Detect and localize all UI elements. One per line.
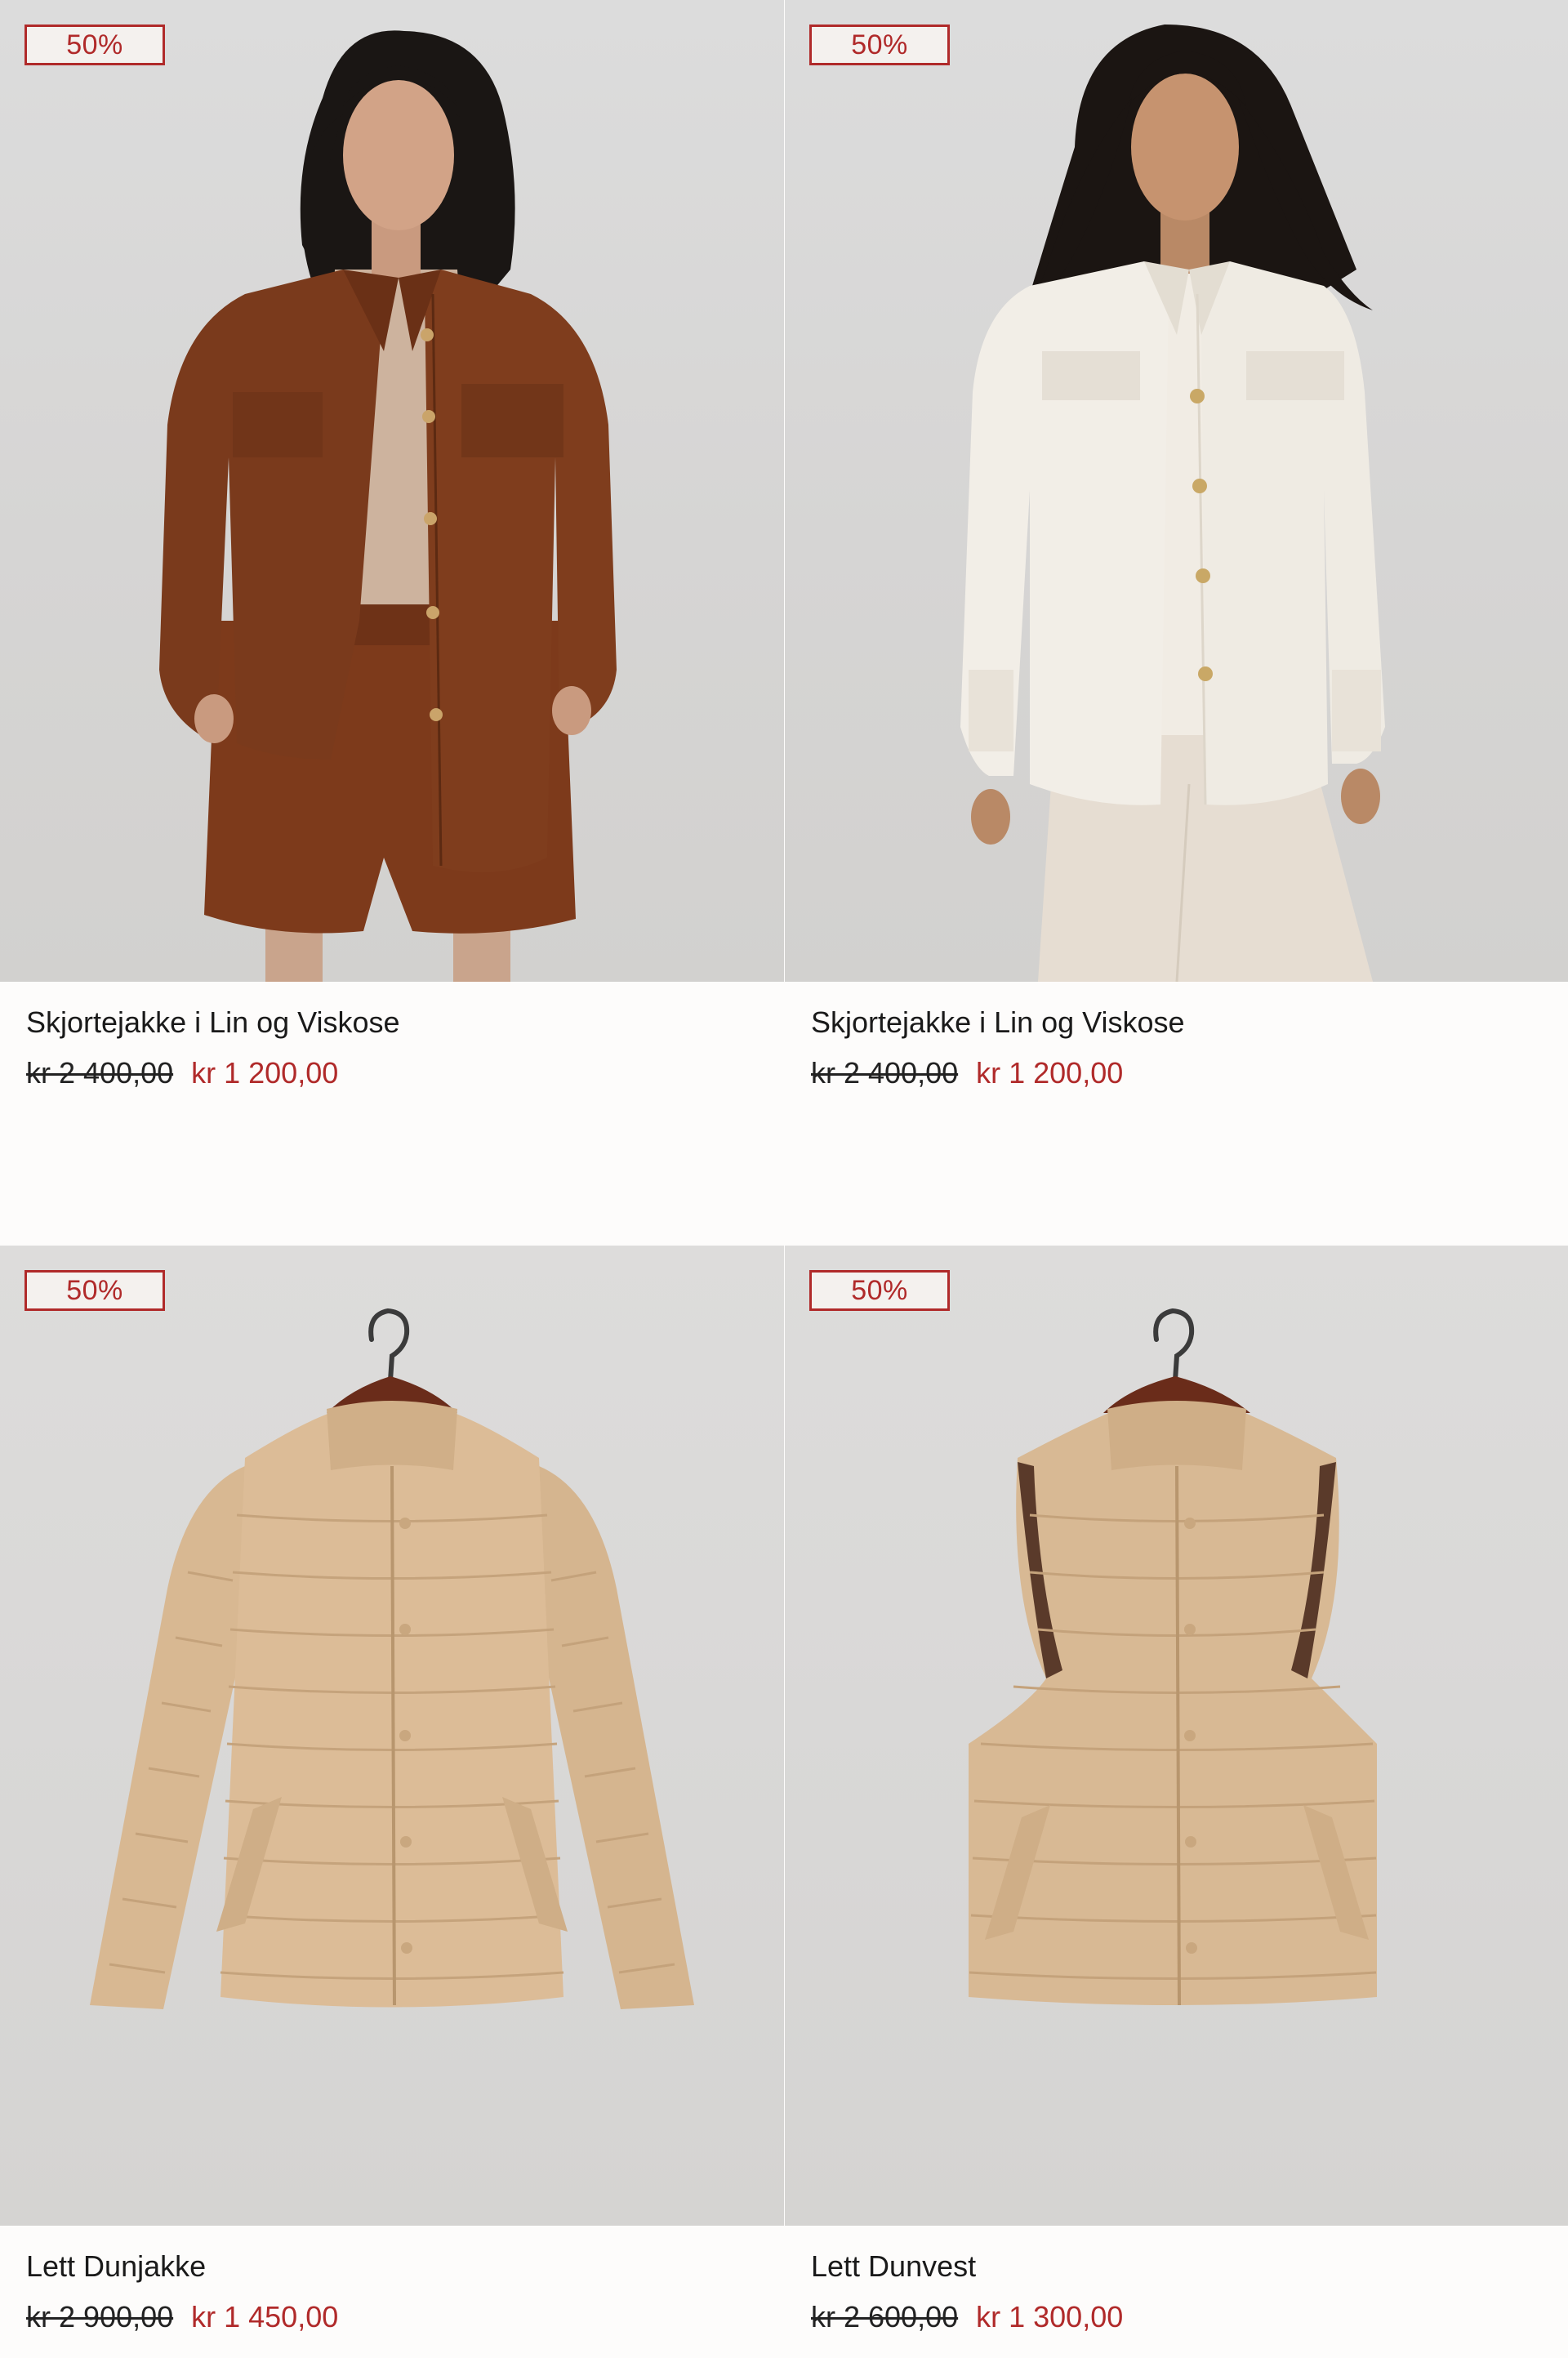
product-info: Lett Dunjakke kr 2 900,00 kr 1 450,00	[0, 2226, 784, 2358]
original-price: kr 2 900,00	[26, 2300, 174, 2333]
sale-price: kr 1 300,00	[976, 2300, 1124, 2333]
price-row: kr 2 900,00 kr 1 450,00	[26, 2298, 784, 2337]
product-card[interactable]: 50%	[785, 0, 1568, 1246]
down-jacket-illustration	[90, 1308, 694, 2009]
sale-price: kr 1 200,00	[191, 1056, 339, 1090]
model-brown-jacket-illustration	[159, 30, 617, 982]
sale-price: kr 1 200,00	[976, 1056, 1124, 1090]
down-vest-illustration	[969, 1308, 1377, 2006]
original-price: kr 2 600,00	[811, 2300, 959, 2333]
product-title[interactable]: Lett Dunvest	[811, 2247, 1568, 2286]
product-info: Skjortejakke i Lin og Viskose kr 2 400,0…	[0, 982, 784, 1246]
product-info: Skjortejakke i Lin og Viskose kr 2 400,0…	[785, 982, 1568, 1246]
original-price: kr 2 400,00	[26, 1056, 174, 1090]
discount-badge: 50%	[809, 1270, 950, 1311]
sale-price: kr 1 450,00	[191, 2300, 339, 2333]
product-title[interactable]: Skjortejakke i Lin og Viskose	[26, 1003, 784, 1042]
price-row: kr 2 600,00 kr 1 300,00	[811, 2298, 1568, 2337]
product-image[interactable]: 50%	[785, 1246, 1568, 2226]
product-card[interactable]: 50%	[785, 1246, 1568, 2358]
product-image[interactable]: 50%	[785, 0, 1568, 982]
product-image[interactable]: 50%	[0, 1246, 784, 2226]
product-grid: 50% Skjortejakke i Lin og Viskose kr 2 4…	[0, 0, 1568, 2358]
product-card[interactable]: 50%	[0, 0, 784, 1246]
product-title[interactable]: Skjortejakke i Lin og Viskose	[811, 1003, 1568, 1042]
product-title[interactable]: Lett Dunjakke	[26, 2247, 784, 2286]
product-card[interactable]: 50%	[0, 1246, 784, 2358]
product-info: Lett Dunvest kr 2 600,00 kr 1 300,00	[785, 2226, 1568, 2358]
price-row: kr 2 400,00 kr 1 200,00	[26, 1054, 784, 1093]
discount-badge: 50%	[24, 1270, 165, 1311]
discount-badge: 50%	[24, 25, 165, 65]
discount-badge: 50%	[809, 25, 950, 65]
model-white-jacket-illustration	[960, 25, 1385, 982]
product-image[interactable]: 50%	[0, 0, 784, 982]
price-row: kr 2 400,00 kr 1 200,00	[811, 1054, 1568, 1093]
original-price: kr 2 400,00	[811, 1056, 959, 1090]
